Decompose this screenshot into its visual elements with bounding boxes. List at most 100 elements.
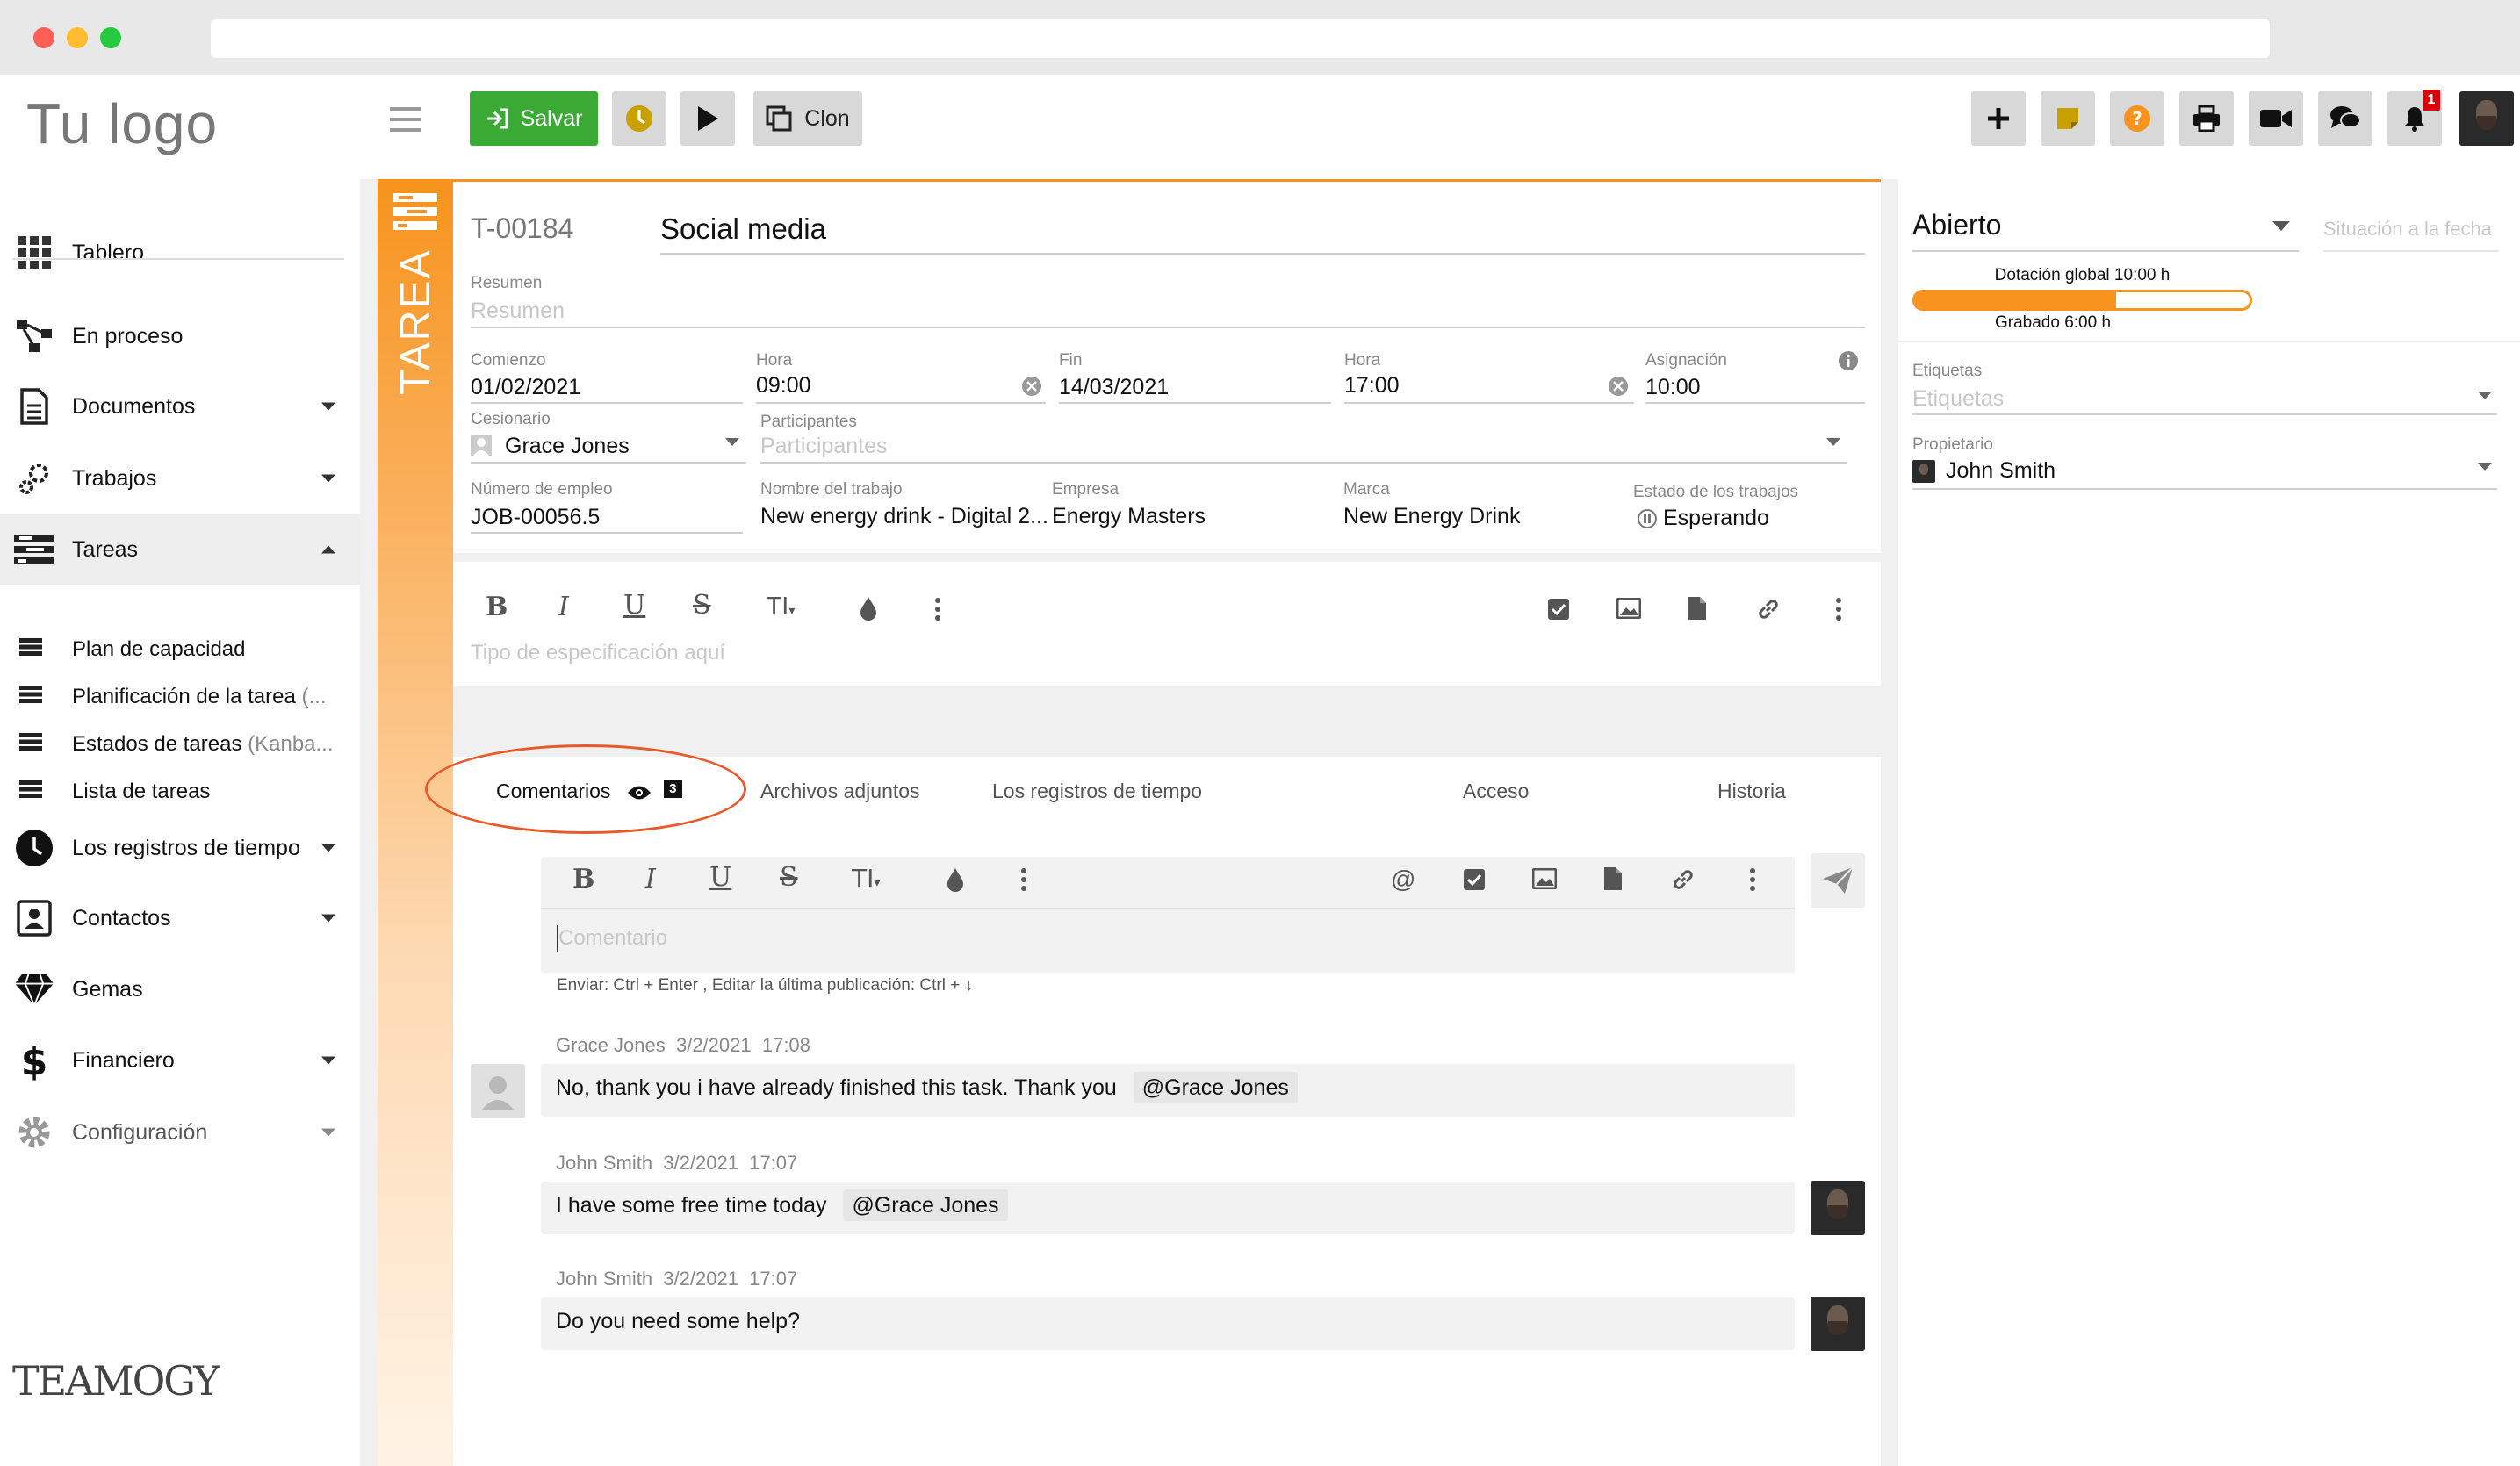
chevron-down-icon[interactable] [2478,392,2492,399]
add-button[interactable] [1971,91,2026,146]
address-bar[interactable] [211,19,2270,58]
chevron-down-icon[interactable] [321,1056,335,1065]
tab-historia[interactable]: Historia [1717,780,1786,803]
menu-icon[interactable] [390,107,421,136]
strikethrough-icon[interactable]: S [693,590,711,621]
status-date-input[interactable]: Situación a la fecha [2323,218,2492,241]
file-icon[interactable] [1688,596,1707,625]
chevron-down-icon[interactable] [321,1128,335,1137]
comment-input[interactable]: Comentario [558,926,667,951]
more-vertical-icon[interactable] [1020,867,1027,896]
color-drop-icon[interactable] [859,596,878,625]
clear-icon[interactable] [1608,376,1629,401]
video-button[interactable] [2249,91,2303,146]
image-icon[interactable] [1531,867,1558,894]
save-button[interactable]: Salvar [470,91,598,146]
sidebar-subitem-plan-capacidad[interactable]: Plan de capacidad [0,626,360,673]
clear-icon[interactable] [1021,376,1042,401]
more-vertical-icon[interactable] [1749,867,1756,896]
underline-icon[interactable]: U [623,590,645,621]
checkbox-icon[interactable] [1547,598,1570,625]
chevron-down-icon[interactable] [2478,463,2492,471]
mention-icon[interactable]: @ [1391,866,1415,894]
bold-icon[interactable]: B [486,592,508,622]
chevron-down-icon[interactable] [1826,438,1840,446]
owner-select[interactable]: John Smith [1946,458,2056,484]
clone-button-label: Clon [804,105,850,131]
chevron-up-icon[interactable] [321,545,335,554]
field-underline [1059,402,1331,404]
status-select[interactable]: Abierto [1912,209,2001,241]
sticky-note-button[interactable] [2041,91,2095,146]
sidebar-item-en-proceso[interactable]: En proceso [0,301,360,371]
text-size-icon[interactable]: TI▾ [767,592,795,621]
timer-icon [626,105,652,132]
tags-select[interactable]: Etiquetas [1912,386,2004,412]
task-title-input[interactable]: Social media [660,212,826,246]
sidebar-item-tablero[interactable]: Tablero [0,218,360,288]
chevron-down-icon[interactable] [725,438,739,446]
info-icon[interactable] [1838,350,1859,376]
sidebar-item-tareas[interactable]: Tareas [0,514,360,585]
underline-icon[interactable]: U [709,862,731,893]
play-button[interactable] [680,91,735,146]
maximize-window-icon[interactable] [100,27,121,48]
chevron-down-icon[interactable] [321,474,335,483]
sidebar-item-configuracion[interactable]: Configuración [0,1097,360,1168]
italic-icon[interactable]: I [645,864,656,895]
link-icon[interactable] [1756,597,1781,626]
summary-input[interactable]: Resumen [471,298,565,324]
spec-input[interactable]: Tipo de especificación aquí [471,641,725,665]
image-icon[interactable] [1616,597,1642,623]
timer-button[interactable] [612,91,666,146]
start-time-input[interactable]: 09:00 [756,373,811,399]
tab-acceso[interactable]: Acceso [1463,780,1529,803]
clone-button[interactable]: Clon [753,91,862,146]
participants-select[interactable]: Participantes [760,434,888,459]
end-date-input[interactable]: 14/03/2021 [1059,375,1169,400]
sidebar-item-contactos[interactable]: Contactos [0,883,360,953]
print-button[interactable] [2179,91,2234,146]
send-button[interactable] [1811,853,1865,908]
bold-icon[interactable]: B [572,864,594,895]
chat-button[interactable] [2318,91,2372,146]
job-number-value[interactable]: JOB-00056.5 [471,505,600,530]
tab-comentarios[interactable]: Comentarios 3 [496,780,682,803]
notifications-button[interactable]: 1 [2387,90,2442,146]
tab-archivos[interactable]: Archivos adjuntos [760,780,920,803]
sidebar-item-registros[interactable]: Los registros de tiempo [0,813,360,883]
link-icon[interactable] [1671,867,1696,896]
chevron-down-icon[interactable] [321,402,335,411]
start-date-input[interactable]: 01/02/2021 [471,375,580,400]
help-button[interactable]: ? [2110,91,2164,146]
more-vertical-icon[interactable] [934,597,941,626]
chevron-down-icon[interactable] [321,914,335,923]
color-drop-icon[interactable] [946,867,965,896]
sidebar-item-financiero[interactable]: $ Financiero [0,1025,360,1096]
tab-label: Comentarios [496,780,611,802]
chevron-down-icon[interactable] [2272,221,2290,231]
strikethrough-icon[interactable]: S [780,862,798,893]
sidebar-item-trabajos[interactable]: Trabajos [0,443,360,514]
end-time-input[interactable]: 17:00 [1344,373,1400,399]
assignment-input[interactable]: 10:00 [1645,375,1701,400]
more-vertical-icon[interactable] [1835,597,1842,626]
sidebar-item-documentos[interactable]: Documentos [0,371,360,442]
checkbox-icon[interactable] [1463,868,1486,895]
sidebar-subitem-planificacion[interactable]: Planificación de la tarea (... [0,673,360,721]
mention-tag[interactable]: @Grace Jones [1133,1072,1298,1103]
chevron-down-icon[interactable] [321,844,335,852]
sidebar-subitem-estados[interactable]: Estados de tareas (Kanba... [0,721,360,768]
close-window-icon[interactable] [33,27,54,48]
sidebar-item-gemas[interactable]: Gemas [0,954,360,1024]
mention-tag[interactable]: @Grace Jones [843,1189,1008,1221]
comment-author: John Smith [556,1268,653,1290]
sidebar-subitem-lista[interactable]: Lista de tareas [0,768,360,816]
assignee-select[interactable]: Grace Jones [505,434,630,459]
italic-icon[interactable]: I [558,592,569,622]
user-avatar[interactable] [2459,91,2514,146]
minimize-window-icon[interactable] [67,27,88,48]
tab-registros[interactable]: Los registros de tiempo [992,780,1202,803]
file-icon[interactable] [1603,866,1623,895]
text-size-icon[interactable]: TI▾ [852,864,880,893]
